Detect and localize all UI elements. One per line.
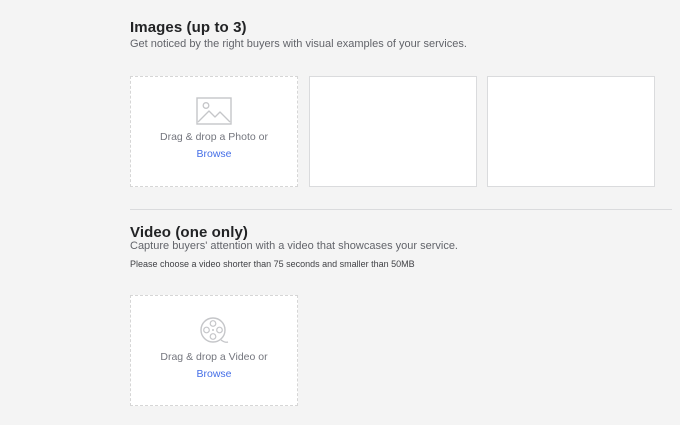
gig-gallery-page: Images (up to 3) Get noticed by the righ…: [0, 0, 680, 425]
video-size-note: Please choose a video shorter than 75 se…: [130, 259, 415, 269]
video-section-subtitle: Capture buyers' attention with a video t…: [130, 240, 458, 252]
photo-dropzone-3[interactable]: [487, 76, 655, 187]
film-reel-icon: [200, 317, 229, 343]
video-drop-text: Drag & drop a Video or: [160, 351, 268, 363]
images-section-subtitle: Get noticed by the right buyers with vis…: [130, 38, 467, 50]
video-dropzone-content: Drag & drop a Video or Browse: [131, 350, 297, 382]
photo-dropzone-1[interactable]: Drag & drop a Photo or Browse: [130, 76, 298, 187]
video-browse-link[interactable]: Browse: [196, 367, 231, 381]
photo-drop-text: Drag & drop a Photo or: [160, 131, 268, 143]
section-divider: [130, 209, 672, 210]
image-placeholder-icon: [196, 97, 232, 125]
video-dropzone[interactable]: Drag & drop a Video or Browse: [130, 295, 298, 406]
images-section-title: Images (up to 3): [130, 19, 247, 36]
photo-dropzone-2[interactable]: [309, 76, 477, 187]
photo-dropzone-content: Drag & drop a Photo or Browse: [131, 130, 297, 162]
photo-browse-link[interactable]: Browse: [196, 147, 231, 161]
video-section-title: Video (one only): [130, 224, 248, 241]
